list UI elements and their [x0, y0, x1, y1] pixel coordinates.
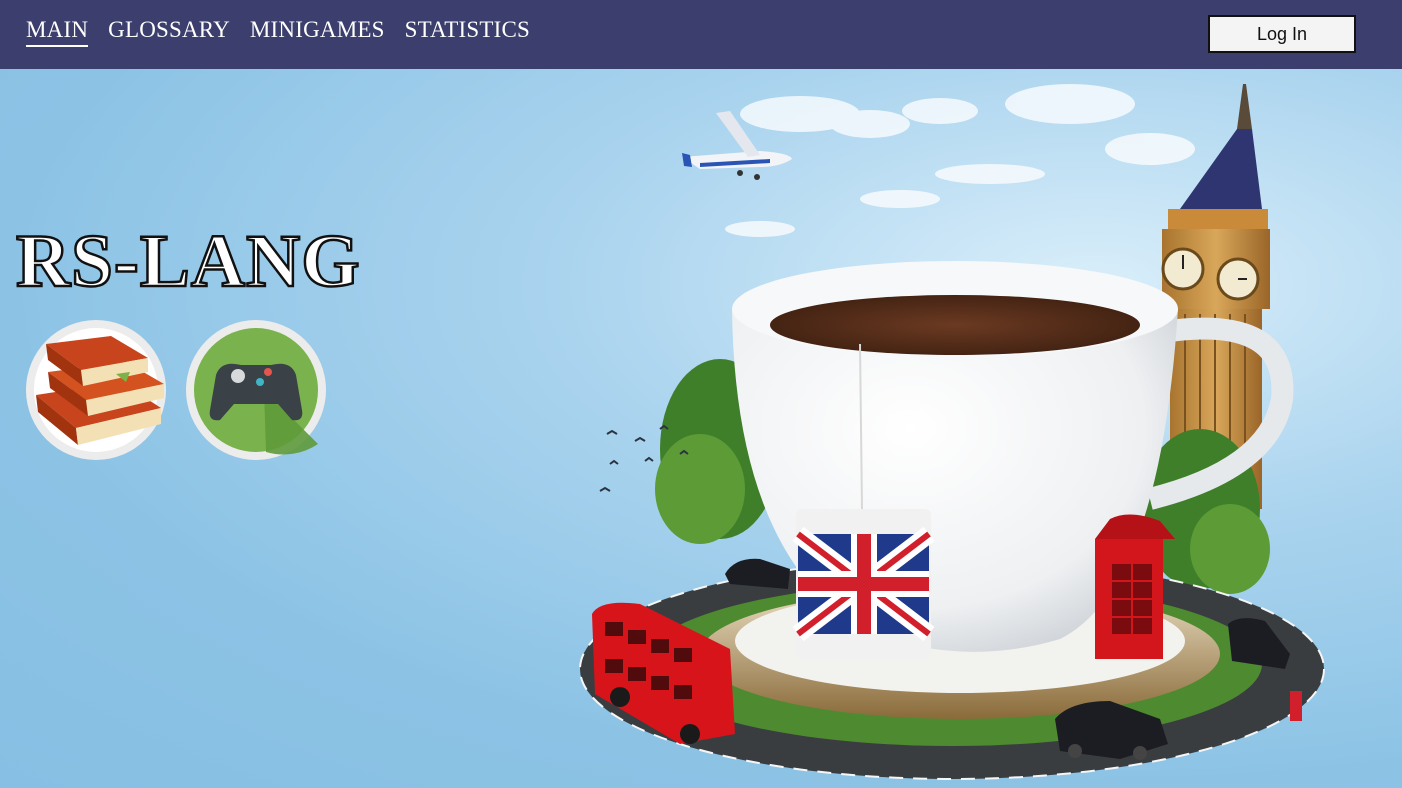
glossary-shortcut-button[interactable] — [26, 320, 166, 460]
nav-links: MAIN GLOSSARY MINIGAMES STATISTICS — [26, 17, 530, 47]
nav-link-statistics[interactable]: STATISTICS — [405, 17, 530, 47]
union-jack-flag — [792, 509, 935, 659]
nav-link-main[interactable]: MAIN — [26, 17, 89, 47]
hero-section: RS-LANG — [0, 69, 1402, 788]
nav-link-glossary[interactable]: GLOSSARY — [108, 17, 230, 47]
clouds — [725, 84, 1195, 237]
login-button[interactable]: Log In — [1208, 15, 1356, 53]
phone-booth — [1095, 514, 1175, 659]
nav-link-minigames[interactable]: MINIGAMES — [250, 17, 385, 47]
top-navbar: MAIN GLOSSARY MINIGAMES STATISTICS Log I… — [0, 0, 1402, 69]
app-title: RS-LANG — [15, 220, 361, 303]
books-icon — [34, 328, 164, 452]
gamepad-icon — [209, 363, 318, 455]
fire-hydrant — [1290, 691, 1302, 721]
minigames-shortcut-button[interactable] — [186, 320, 326, 460]
